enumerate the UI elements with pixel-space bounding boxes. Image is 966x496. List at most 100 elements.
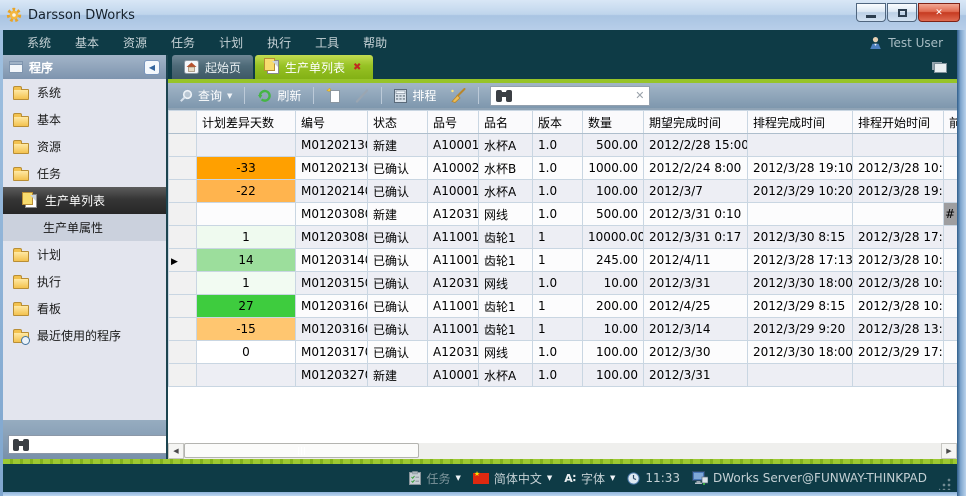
toolbar-search-box[interactable]: ✕ bbox=[490, 86, 650, 106]
row-selector-cell[interactable]: ▶ bbox=[169, 226, 197, 249]
sidebar-item[interactable]: 计划 bbox=[3, 241, 166, 268]
sidebar-item[interactable]: 系统 bbox=[3, 79, 166, 106]
column-header[interactable]: 计划差异天数 bbox=[197, 111, 296, 134]
sidebar-item[interactable]: 看板 bbox=[3, 295, 166, 322]
sidebar-item[interactable]: 生产单属性 bbox=[3, 214, 166, 241]
sidebar-item[interactable]: 资源 bbox=[3, 133, 166, 160]
table-row[interactable]: ▶ M012021301 新建 A10001 水杯A 1.0 500.00 2 bbox=[169, 134, 958, 157]
table-row[interactable]: ▶ -15 M012031602 已确认 A11001 齿轮1 1 10.00 bbox=[169, 318, 958, 341]
sidebar-item-label: 计划 bbox=[37, 246, 61, 263]
row-selector-cell[interactable]: ▶ bbox=[169, 364, 197, 387]
menu-item[interactable]: 工具 bbox=[305, 31, 349, 54]
column-header[interactable]: 排程开始时间 bbox=[853, 111, 944, 134]
column-header[interactable]: 版本 bbox=[533, 111, 583, 134]
row-selector-cell[interactable]: ▶ bbox=[169, 134, 197, 157]
cell-quantity: 100.00 bbox=[583, 341, 644, 364]
scrollbar-thumb[interactable] bbox=[184, 443, 419, 458]
row-selector-cell[interactable]: ▶ bbox=[169, 180, 197, 203]
cell-plan-diff-days bbox=[197, 134, 296, 157]
edit-button[interactable] bbox=[350, 87, 374, 105]
cell-plan-diff-days: 0 bbox=[197, 341, 296, 364]
sidebar-search-input[interactable] bbox=[33, 438, 183, 452]
table-row[interactable]: ▶ -22 M012021401 已确认 A10001 水杯A 1.0 100.… bbox=[169, 180, 958, 203]
data-grid: 计划差异天数 编号 状态 品号 品名 版本 数量 期望完成时间 排程完成时间 bbox=[168, 108, 957, 443]
menu-item[interactable]: 资源 bbox=[113, 31, 157, 54]
clear-filter-button[interactable] bbox=[445, 86, 471, 105]
row-selector-cell[interactable]: ▶ bbox=[169, 157, 197, 180]
menu-item[interactable]: 执行 bbox=[257, 31, 301, 54]
close-button[interactable]: ✕ bbox=[918, 3, 960, 22]
sidebar-item-label: 最近使用的程序 bbox=[37, 327, 121, 344]
cell-expected-finish: 2012/2/28 15:00 bbox=[644, 134, 748, 157]
row-selector-cell[interactable]: ▶ bbox=[169, 341, 197, 364]
statusbar-tasks[interactable]: 任务 ▼ bbox=[409, 470, 460, 487]
menu-item[interactable]: 任务 bbox=[161, 31, 205, 54]
column-header[interactable]: 期望完成时间 bbox=[644, 111, 748, 134]
sidebar-item[interactable]: 基本 bbox=[3, 106, 166, 133]
refresh-button[interactable]: 刷新 bbox=[252, 85, 306, 106]
refresh-icon bbox=[257, 88, 272, 103]
row-selector-cell[interactable]: ▶ bbox=[169, 318, 197, 341]
scroll-left-button[interactable]: ◀ bbox=[168, 443, 184, 459]
column-header[interactable]: 编号 bbox=[296, 111, 368, 134]
maximize-button[interactable] bbox=[887, 3, 917, 22]
table-row[interactable]: ▶ M012030801 新建 A12031 网线 1.0 500.00 20 bbox=[169, 203, 958, 226]
tab-close-icon[interactable]: ✖ bbox=[353, 62, 361, 73]
cell-plan-diff-days: -33 bbox=[197, 157, 296, 180]
column-header-clipped[interactable]: 前 bbox=[944, 111, 958, 134]
statusbar-server[interactable]: DWorks Server@FUNWAY-THINKPAD bbox=[692, 471, 927, 485]
cell-quantity: 100.00 bbox=[583, 364, 644, 387]
menu-item[interactable]: 基本 bbox=[65, 31, 109, 54]
query-dropdown-caret-icon[interactable]: ▼ bbox=[227, 92, 232, 100]
query-button[interactable]: 查询 ▼ bbox=[174, 85, 237, 106]
table-row[interactable]: ▶ 1 M012031501 已确认 A12031 网线 1.0 10.00 2 bbox=[169, 272, 958, 295]
statusbar-language[interactable]: 简体中文 ▼ bbox=[473, 470, 552, 487]
toolbar-search-clear-icon[interactable]: ✕ bbox=[635, 89, 644, 102]
table-row[interactable]: ▶ 27 M012031601 已确认 A11001 齿轮1 1 200.00 bbox=[169, 295, 958, 318]
menu-item[interactable]: 帮助 bbox=[353, 31, 397, 54]
sidebar-item[interactable]: 任务 bbox=[3, 160, 166, 187]
column-header[interactable]: 数量 bbox=[583, 111, 644, 134]
schedule-button[interactable]: 排程 bbox=[389, 85, 441, 106]
menu-item[interactable]: 系统 bbox=[17, 31, 61, 54]
menu-item[interactable]: 计划 bbox=[209, 31, 253, 54]
sidebar-item[interactable]: 最近使用的程序 bbox=[3, 322, 166, 349]
tab-start-page[interactable]: 起始页 bbox=[172, 55, 253, 79]
cell-status: 已确认 bbox=[368, 341, 428, 364]
row-selector-cell[interactable]: ▶ bbox=[169, 295, 197, 318]
horizontal-scrollbar[interactable]: ◀ ▶ bbox=[168, 443, 957, 459]
current-user[interactable]: Test User bbox=[869, 36, 943, 50]
cell-item-name: 网线 bbox=[479, 341, 533, 364]
sidebar-item[interactable]: 生产单列表 bbox=[3, 187, 166, 214]
sidebar-item[interactable]: 执行 bbox=[3, 268, 166, 295]
cell-order-id: M012030801 bbox=[296, 203, 368, 226]
statusbar-font[interactable]: A∶ 字体 ▼ bbox=[564, 470, 615, 487]
column-header[interactable]: 状态 bbox=[368, 111, 428, 134]
table-row[interactable]: ▶ -33 M012021302 已确认 A10002 水杯B 1.0 1000… bbox=[169, 157, 958, 180]
scroll-right-button[interactable]: ▶ bbox=[941, 443, 957, 459]
tab-production-order-list[interactable]: 生产单列表 ✖ bbox=[255, 55, 373, 79]
minimize-button[interactable] bbox=[856, 3, 886, 22]
resize-grip[interactable] bbox=[939, 478, 951, 490]
row-selector-cell[interactable]: ▶ bbox=[169, 203, 197, 226]
scrollbar-track[interactable] bbox=[184, 443, 941, 459]
cell-item-name: 水杯A bbox=[479, 364, 533, 387]
table-row[interactable]: ▶ 1 M012030802 已确认 A11001 齿轮1 1 10000.00 bbox=[169, 226, 958, 249]
cell-order-id: M012021302 bbox=[296, 157, 368, 180]
cell-item-name: 水杯B bbox=[479, 157, 533, 180]
table-row[interactable]: ▶ M012032701 新建 A10001 水杯A 1.0 100.00 2 bbox=[169, 364, 958, 387]
table-row[interactable]: ▶ 14 M012031402 已确认 A11001 齿轮1 1 245.00 bbox=[169, 249, 958, 272]
row-selector-cell[interactable]: ▶ bbox=[169, 249, 197, 272]
column-header[interactable]: 品号 bbox=[428, 111, 479, 134]
column-header-selector bbox=[169, 111, 197, 134]
toolbar-search-input[interactable] bbox=[517, 89, 630, 103]
row-selector-cell[interactable]: ▶ bbox=[169, 272, 197, 295]
column-header[interactable]: 排程完成时间 bbox=[748, 111, 853, 134]
grid-header-row: 计划差异天数 编号 状态 品号 品名 版本 数量 期望完成时间 排程完成时间 bbox=[169, 111, 958, 134]
table-row[interactable]: ▶ 0 M012031701 已确认 A12031 网线 1.0 100.00 bbox=[169, 341, 958, 364]
sidebar-item-label: 系统 bbox=[37, 84, 61, 101]
cascade-windows-icon[interactable] bbox=[932, 62, 947, 73]
new-record-button[interactable] bbox=[321, 86, 346, 106]
column-header[interactable]: 品名 bbox=[479, 111, 533, 134]
sidebar-collapse-button[interactable]: ◀ bbox=[144, 60, 160, 75]
